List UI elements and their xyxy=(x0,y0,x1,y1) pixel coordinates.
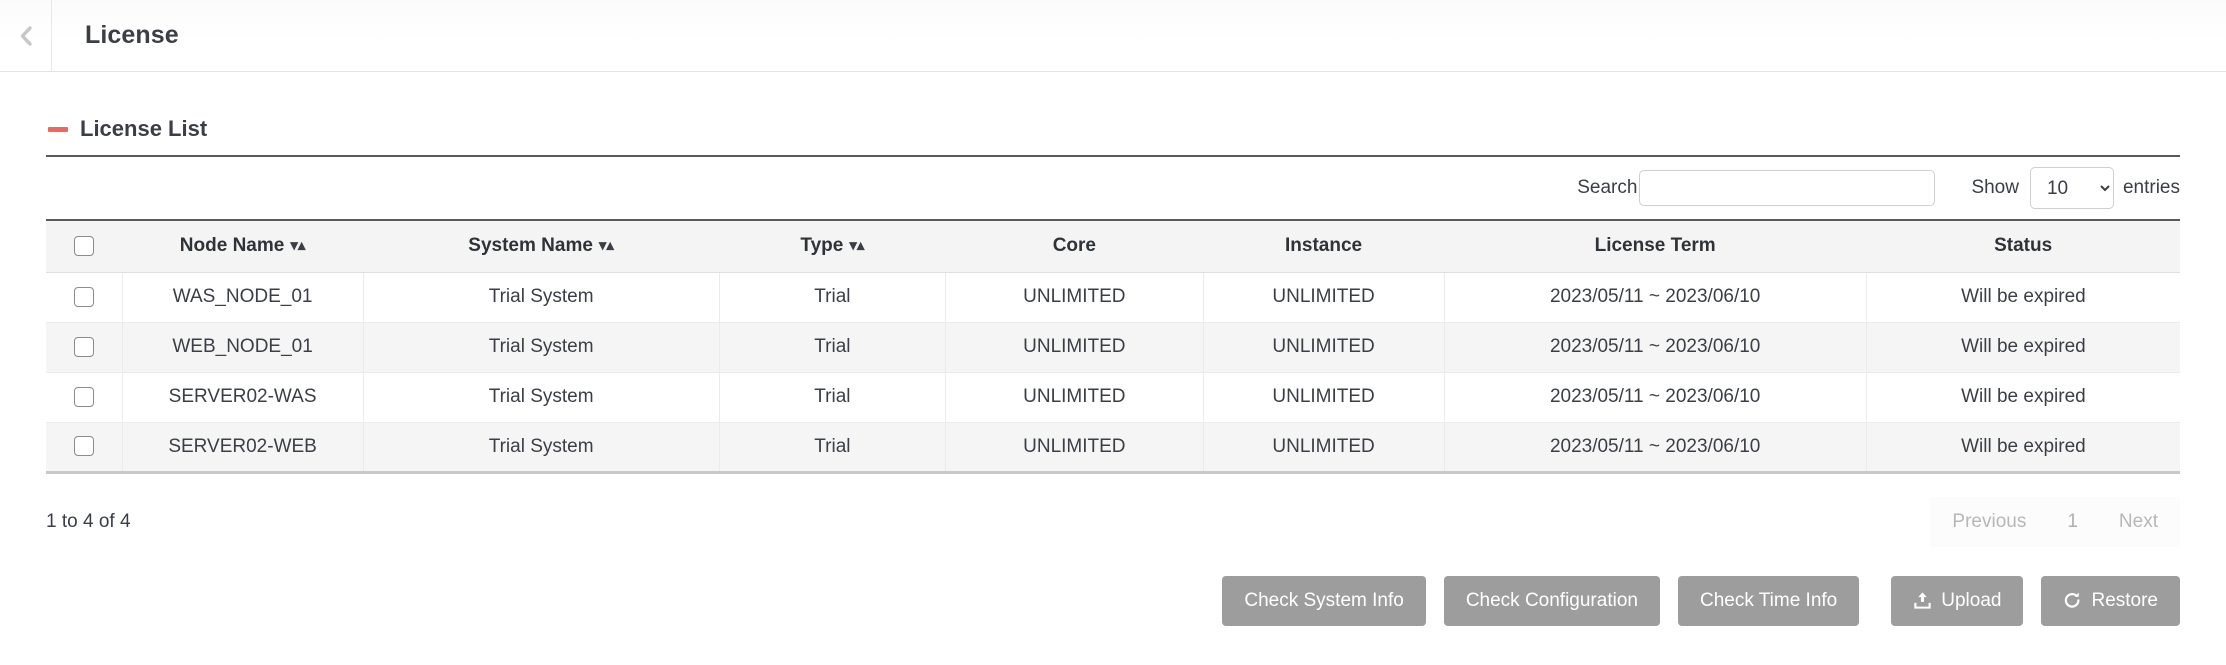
button-label: Check Time Info xyxy=(1700,590,1837,612)
cell-type: Trial xyxy=(719,272,945,322)
button-label: Upload xyxy=(1941,590,2001,612)
row-checkbox[interactable] xyxy=(74,387,94,407)
table-row[interactable]: WEB_NODE_01 Trial System Trial UNLIMITED… xyxy=(46,322,2180,372)
action-button-bar: Check System Info Check Configuration Ch… xyxy=(46,576,2180,626)
cell-license-term: 2023/05/11 ~ 2023/06/10 xyxy=(1444,272,1866,322)
cell-instance: UNLIMITED xyxy=(1203,372,1444,422)
top-bar: License xyxy=(0,0,2226,72)
select-all-header xyxy=(46,220,122,272)
pagination-next[interactable]: Next xyxy=(2097,497,2180,547)
cell-system-name: Trial System xyxy=(363,272,719,322)
check-configuration-button[interactable]: Check Configuration xyxy=(1444,576,1660,626)
button-label: Check System Info xyxy=(1244,590,1403,612)
upload-icon xyxy=(1913,591,1932,610)
button-label: Restore xyxy=(2091,590,2158,612)
row-checkbox-cell xyxy=(46,422,122,472)
show-label: Show xyxy=(1971,177,2019,199)
cell-core: UNLIMITED xyxy=(946,322,1204,372)
cell-status: Will be expired xyxy=(1866,272,2180,322)
minus-icon[interactable] xyxy=(48,127,68,132)
table-footer: 1 to 4 of 4 Previous 1 Next xyxy=(46,474,2180,570)
sort-icon[interactable]: ▾▴ xyxy=(290,238,305,253)
table-info: 1 to 4 of 4 xyxy=(46,511,131,533)
cell-core: UNLIMITED xyxy=(946,422,1204,472)
restore-button[interactable]: Restore xyxy=(2041,576,2180,626)
cell-type: Trial xyxy=(719,422,945,472)
cell-system-name: Trial System xyxy=(363,422,719,472)
row-checkbox[interactable] xyxy=(74,287,94,307)
page-content: License List Search Show 10 entries Node… xyxy=(0,116,2226,626)
section-title: License List xyxy=(80,116,207,142)
entries-per-page-select[interactable]: 10 xyxy=(2030,167,2114,209)
cell-node-name: SERVER02-WEB xyxy=(122,422,363,472)
column-header-system-name[interactable]: System Name ▾▴ xyxy=(363,220,719,272)
row-checkbox[interactable] xyxy=(74,337,94,357)
table-row[interactable]: SERVER02-WEB Trial System Trial UNLIMITE… xyxy=(46,422,2180,472)
column-header-type[interactable]: Type ▾▴ xyxy=(719,220,945,272)
upload-button[interactable]: Upload xyxy=(1891,576,2023,626)
column-label: Instance xyxy=(1285,235,1362,256)
cell-node-name: SERVER02-WAS xyxy=(122,372,363,422)
row-checkbox-cell xyxy=(46,272,122,322)
sort-icon[interactable]: ▾▴ xyxy=(599,238,614,253)
cell-core: UNLIMITED xyxy=(946,272,1204,322)
cell-instance: UNLIMITED xyxy=(1203,422,1444,472)
cell-system-name: Trial System xyxy=(363,322,719,372)
column-header-core: Core xyxy=(946,220,1204,272)
cell-system-name: Trial System xyxy=(363,372,719,422)
restore-icon xyxy=(2063,591,2082,610)
cell-node-name: WAS_NODE_01 xyxy=(122,272,363,322)
column-header-license-term: License Term xyxy=(1444,220,1866,272)
pagination: Previous 1 Next xyxy=(1930,497,2180,547)
table-header-row: Node Name ▾▴ System Name ▾▴ Type ▾▴ Core In… xyxy=(46,220,2180,272)
cell-core: UNLIMITED xyxy=(946,372,1204,422)
cell-license-term: 2023/05/11 ~ 2023/06/10 xyxy=(1444,372,1866,422)
table-row[interactable]: SERVER02-WAS Trial System Trial UNLIMITE… xyxy=(46,372,2180,422)
column-label: Type xyxy=(800,235,843,256)
cell-status: Will be expired xyxy=(1866,372,2180,422)
check-system-info-button[interactable]: Check System Info xyxy=(1222,576,1425,626)
cell-type: Trial xyxy=(719,372,945,422)
cell-license-term: 2023/05/11 ~ 2023/06/10 xyxy=(1444,422,1866,472)
row-checkbox-cell xyxy=(46,372,122,422)
column-label: System Name xyxy=(468,235,593,256)
cell-license-term: 2023/05/11 ~ 2023/06/10 xyxy=(1444,322,1866,372)
cell-status: Will be expired xyxy=(1866,422,2180,472)
cell-node-name: WEB_NODE_01 xyxy=(122,322,363,372)
sidebar-collapse-button[interactable] xyxy=(0,0,52,72)
entries-label: entries xyxy=(2123,177,2180,199)
row-checkbox[interactable] xyxy=(74,436,94,456)
cell-instance: UNLIMITED xyxy=(1203,322,1444,372)
cell-status: Will be expired xyxy=(1866,322,2180,372)
table-header: Node Name ▾▴ System Name ▾▴ Type ▾▴ Core In… xyxy=(46,220,2180,272)
chevron-left-icon xyxy=(17,25,35,47)
column-header-node-name[interactable]: Node Name ▾▴ xyxy=(122,220,363,272)
button-label: Check Configuration xyxy=(1466,590,1638,612)
table-toolbar: Search Show 10 entries xyxy=(46,157,2180,219)
column-label: License Term xyxy=(1595,235,1716,256)
cell-instance: UNLIMITED xyxy=(1203,272,1444,322)
check-time-info-button[interactable]: Check Time Info xyxy=(1678,576,1859,626)
column-header-instance: Instance xyxy=(1203,220,1444,272)
table-row[interactable]: WAS_NODE_01 Trial System Trial UNLIMITED… xyxy=(46,272,2180,322)
select-all-checkbox[interactable] xyxy=(74,236,94,256)
search-input[interactable] xyxy=(1639,170,1935,206)
pagination-previous[interactable]: Previous xyxy=(1930,497,2048,547)
column-label: Node Name xyxy=(180,235,285,256)
cell-type: Trial xyxy=(719,322,945,372)
row-checkbox-cell xyxy=(46,322,122,372)
column-label: Core xyxy=(1053,235,1096,256)
column-label: Status xyxy=(1994,235,2052,256)
page-title: License xyxy=(85,21,179,50)
table-body: WAS_NODE_01 Trial System Trial UNLIMITED… xyxy=(46,272,2180,472)
section-header: License List xyxy=(46,116,2180,142)
sort-icon[interactable]: ▾▴ xyxy=(849,238,864,253)
column-header-status: Status xyxy=(1866,220,2180,272)
search-label: Search xyxy=(1577,177,1637,199)
license-table: Node Name ▾▴ System Name ▾▴ Type ▾▴ Core In… xyxy=(46,219,2180,474)
pagination-page-1[interactable]: 1 xyxy=(2048,497,2097,547)
